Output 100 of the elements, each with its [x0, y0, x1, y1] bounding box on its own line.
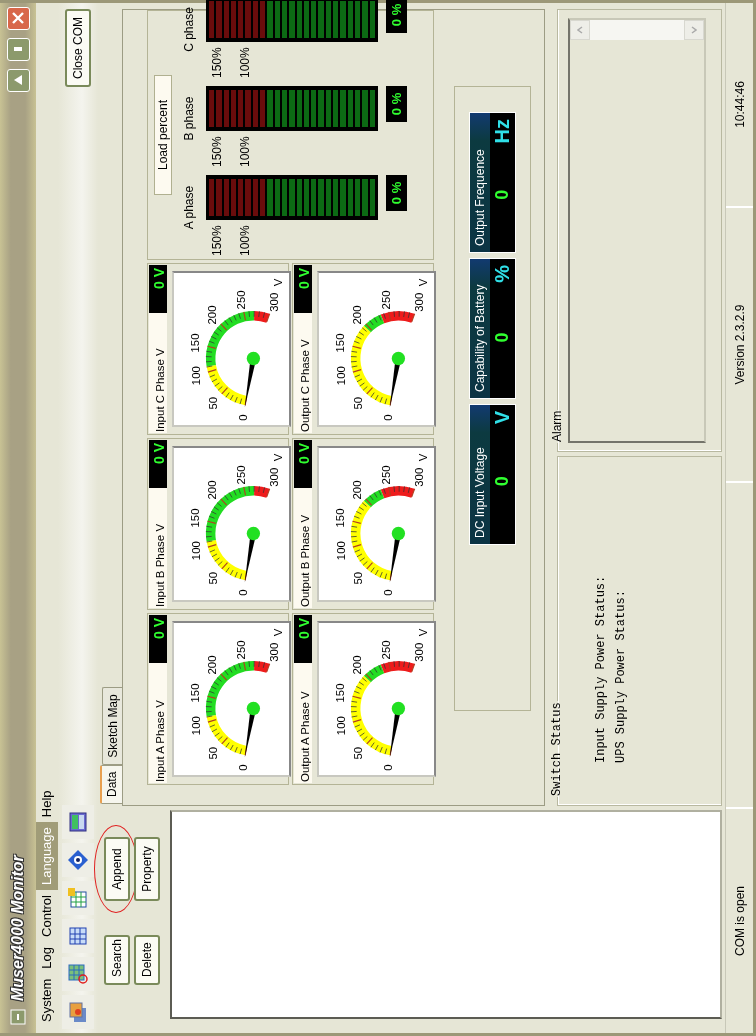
load-reading: 0 % — [386, 175, 407, 211]
gauge-label: Output B Phase V — [294, 488, 312, 608]
load-reading: 0 % — [386, 86, 407, 122]
meter-value: 0 — [492, 188, 513, 202]
scale-label: 300 — [267, 292, 280, 312]
scale-label: 150 — [189, 508, 202, 528]
scale-label: 250 — [380, 290, 393, 310]
scale-label: 0 — [381, 414, 394, 421]
record-button[interactable]: Property — [134, 837, 160, 901]
table-icon[interactable] — [62, 881, 94, 915]
scale-label: 200 — [206, 480, 219, 500]
scale-label: 250 — [235, 640, 248, 660]
scroll-down-button[interactable] — [684, 20, 704, 40]
meter-label: Output Frequence — [470, 113, 490, 252]
scale-label: 50 — [207, 746, 220, 760]
scale-label: 0 — [236, 764, 249, 771]
scale-label: 300 — [267, 642, 280, 662]
scale-label: 100 — [189, 541, 202, 561]
meter-value: 0 — [492, 475, 513, 489]
scale-label: 50 — [207, 571, 220, 585]
scale-label: 100 — [334, 716, 347, 736]
scale-label: 50 — [352, 746, 365, 760]
phase-label: C phase — [182, 7, 196, 52]
phase-label: A phase — [182, 185, 196, 230]
scale-label: 150 — [334, 683, 347, 703]
minimize-button[interactable] — [6, 38, 30, 61]
gauge-label: Input B Phase V — [149, 488, 167, 608]
meter-label: DC Input Voltage — [470, 405, 490, 544]
scroll-up-button[interactable] — [570, 20, 590, 40]
scale-label: 50 — [352, 396, 365, 410]
unit-label: V — [271, 278, 284, 287]
scale-label: 0 — [236, 414, 249, 421]
menu-item[interactable]: Log — [36, 941, 58, 974]
meter-unit: % — [491, 265, 514, 283]
tab[interactable]: Data — [100, 764, 122, 804]
gauge-label: Input C Phase V — [149, 313, 167, 433]
scale-label: 100 — [189, 716, 202, 736]
gauge-reading: 0 V — [294, 265, 312, 313]
scale-label: 0 — [381, 764, 394, 771]
close-com-button[interactable]: Close COM — [65, 9, 91, 87]
tab[interactable]: Sketch Map — [102, 687, 122, 765]
roll-up-button[interactable] — [6, 69, 30, 92]
scale-label: 150 — [189, 683, 202, 703]
scale-label: 150% — [210, 224, 224, 256]
scrollbar[interactable] — [570, 20, 704, 40]
scale-label: 250 — [235, 290, 248, 310]
scale-label: 100% — [238, 46, 252, 78]
record-list[interactable] — [170, 810, 722, 1019]
scale-label: 200 — [206, 655, 219, 675]
record-button[interactable]: Search — [104, 935, 130, 985]
status-line: Input Supply Power Status: — [594, 574, 608, 765]
status-text: 10:44:46 — [732, 81, 747, 128]
menu-item[interactable]: Help — [36, 785, 58, 823]
scale-label: 50 — [207, 396, 220, 410]
grid-chart-icon[interactable] — [62, 957, 94, 991]
unit-label: V — [271, 628, 284, 637]
menu-item[interactable]: System — [36, 973, 58, 1027]
gauge-reading: 0 V — [294, 615, 312, 663]
scale-label: 0 — [381, 589, 394, 596]
scale-label: 300 — [267, 467, 280, 487]
scale-label: 200 — [206, 305, 219, 325]
load-reading: 0 % — [386, 0, 407, 33]
alarm-list[interactable] — [568, 18, 706, 443]
scale-label: 200 — [351, 305, 364, 325]
meter-value: 0 — [492, 331, 513, 345]
window-icon[interactable] — [62, 805, 94, 839]
status-line: UPS Supply Power Status: — [614, 589, 628, 765]
scale-label: 150 — [334, 508, 347, 528]
meter-unit: Hz — [491, 119, 514, 144]
app-icon — [10, 1009, 26, 1025]
unit-label: V — [416, 628, 429, 637]
meter-label: Capability of Battery — [470, 259, 490, 398]
scale-label: 250 — [380, 640, 393, 660]
pictures-icon[interactable] — [62, 995, 94, 1029]
load-title: Load percent — [154, 74, 172, 196]
unit-label: V — [416, 278, 429, 287]
close-button[interactable] — [6, 7, 30, 30]
scale-label: 100% — [238, 224, 252, 256]
window-title: Muser4000 Monitor — [9, 855, 27, 1001]
scale-label: 150% — [210, 135, 224, 167]
scale-label: 150 — [334, 333, 347, 353]
scale-label: 300 — [412, 642, 425, 662]
menu-item[interactable]: Control — [36, 890, 58, 942]
scale-label: 50 — [352, 571, 365, 585]
scale-label: 100 — [334, 541, 347, 561]
phase-label: B phase — [182, 96, 196, 141]
grid-icon[interactable] — [62, 919, 94, 953]
gauge-label: Input A Phase V — [149, 663, 167, 783]
group-title: Alarm — [550, 409, 564, 443]
record-button[interactable]: Append — [104, 837, 130, 901]
scale-label: 100% — [238, 135, 252, 167]
unit-label: V — [416, 453, 429, 462]
record-button[interactable]: Delete — [134, 935, 160, 985]
gauge-label: Output C Phase V — [294, 313, 312, 433]
group-title: Switch Status — [550, 701, 564, 797]
scale-label: 150% — [210, 46, 224, 78]
scale-label: 250 — [235, 465, 248, 485]
gauge-reading: 0 V — [149, 265, 167, 313]
unit-label: V — [271, 453, 284, 462]
scale-label: 150 — [189, 333, 202, 353]
